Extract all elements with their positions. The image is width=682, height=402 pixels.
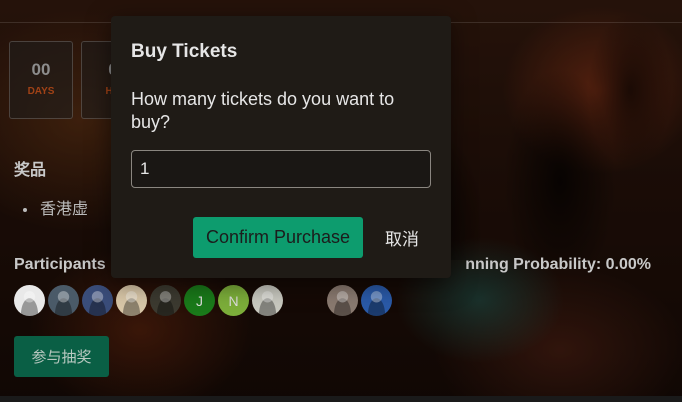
cancel-button[interactable]: 取消 <box>377 217 427 258</box>
ticket-quantity-input[interactable] <box>131 150 431 188</box>
confirm-purchase-button[interactable]: Confirm Purchase <box>193 217 363 258</box>
dialog-question: How many tickets do you want to buy? <box>131 89 395 132</box>
buy-tickets-dialog: Buy Tickets How many tickets do you want… <box>111 16 451 278</box>
dialog-title: Buy Tickets <box>131 41 238 62</box>
